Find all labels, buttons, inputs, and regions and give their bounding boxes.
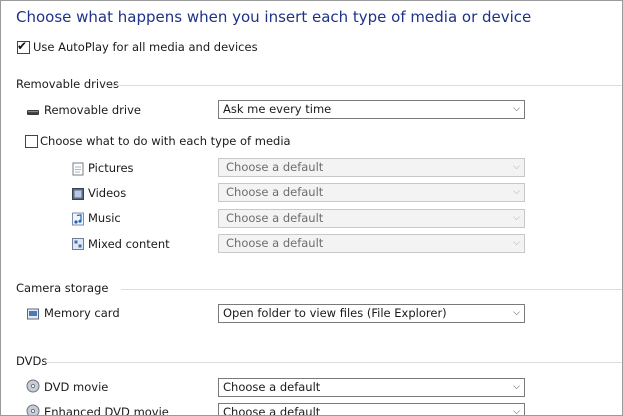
- section-divider: [105, 85, 622, 86]
- mixed-content-icon: [72, 238, 84, 250]
- removable-drive-dropdown[interactable]: Ask me every time ⌵: [218, 100, 525, 119]
- check-icon: ✔: [17, 39, 28, 53]
- pictures-value: Choose a default: [226, 160, 324, 174]
- section-heading-removable-drives: Removable drives: [16, 77, 119, 91]
- chevron-down-icon: ⌵: [513, 213, 520, 223]
- autoplay-label: Use AutoPlay for all media and devices: [33, 40, 258, 54]
- removable-drive-value: Ask me every time: [223, 102, 332, 116]
- media-label-pictures: Pictures: [88, 161, 134, 175]
- chevron-down-icon: ⌵: [513, 238, 520, 248]
- media-label-music: Music: [88, 211, 121, 225]
- videos-dropdown[interactable]: Choose a default ⌵: [218, 183, 525, 202]
- music-value: Choose a default: [226, 211, 324, 225]
- memory-card-icon: [27, 308, 39, 320]
- autoplay-checkbox[interactable]: ✔: [17, 39, 30, 54]
- per-media-checkbox[interactable]: [25, 135, 38, 148]
- enhanced-dvd-movie-label: Enhanced DVD movie: [44, 405, 169, 416]
- music-file-icon: [72, 212, 84, 226]
- music-dropdown[interactable]: Choose a default ⌵: [218, 209, 525, 228]
- chevron-down-icon: ⌵: [513, 308, 520, 318]
- picture-file-icon: [72, 162, 84, 176]
- mixed-content-dropdown[interactable]: Choose a default ⌵: [218, 234, 525, 253]
- video-file-icon: [72, 188, 84, 200]
- chevron-down-icon: ⌵: [513, 187, 520, 197]
- enhanced-dvd-movie-dropdown[interactable]: Choose a default ⌵: [218, 403, 525, 416]
- dvd-movie-dropdown[interactable]: Choose a default ⌵: [218, 378, 525, 397]
- section-divider: [121, 289, 622, 290]
- dvd-disc-icon: [26, 379, 40, 393]
- chevron-down-icon: ⌵: [513, 382, 520, 392]
- pictures-dropdown[interactable]: Choose a default ⌵: [218, 158, 525, 177]
- enhanced-dvd-movie-value: Choose a default: [223, 405, 321, 416]
- autoplay-settings-panel: Choose what happens when you insert each…: [0, 0, 623, 416]
- mixed-content-value: Choose a default: [226, 236, 324, 250]
- per-media-label: Choose what to do with each type of medi…: [40, 134, 291, 148]
- section-heading-dvds: DVDs: [16, 354, 48, 368]
- section-heading-camera-storage: Camera storage: [16, 281, 109, 295]
- media-label-videos: Videos: [88, 186, 127, 200]
- chevron-down-icon: ⌵: [513, 407, 520, 416]
- dvd-movie-value: Choose a default: [223, 380, 321, 394]
- memory-card-value: Open folder to view files (File Explorer…: [223, 306, 447, 320]
- removable-drive-icon: [27, 110, 39, 115]
- memory-card-dropdown[interactable]: Open folder to view files (File Explorer…: [218, 304, 525, 323]
- chevron-down-icon: ⌵: [513, 162, 520, 172]
- media-label-mixed-content: Mixed content: [88, 237, 170, 251]
- chevron-down-icon: ⌵: [513, 104, 520, 114]
- dvd-movie-label: DVD movie: [44, 380, 109, 394]
- removable-drive-label: Removable drive: [44, 103, 141, 117]
- dvd-disc-icon: [26, 404, 40, 415]
- videos-value: Choose a default: [226, 185, 324, 199]
- page-title: Choose what happens when you insert each…: [16, 8, 532, 26]
- memory-card-label: Memory card: [44, 306, 120, 320]
- section-divider: [46, 362, 622, 363]
